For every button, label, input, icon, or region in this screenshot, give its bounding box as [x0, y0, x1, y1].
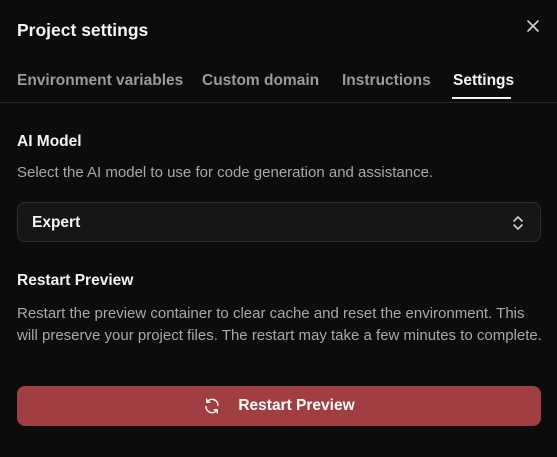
- tab-instructions[interactable]: Instructions: [342, 71, 431, 91]
- tab-bar: Environment variables Custom domain Inst…: [0, 60, 557, 103]
- ai-model-select[interactable]: Expert: [17, 202, 541, 242]
- tab-custom-domain[interactable]: Custom domain: [202, 71, 319, 91]
- restart-preview-button[interactable]: Restart Preview: [17, 386, 541, 426]
- tab-settings[interactable]: Settings: [453, 71, 514, 91]
- project-settings-dialog: Project settings Environment variables C…: [0, 0, 557, 457]
- refresh-icon: [203, 397, 221, 415]
- ai-model-heading: AI Model: [17, 133, 82, 150]
- active-tab-indicator: [452, 97, 511, 99]
- close-button[interactable]: [523, 16, 543, 36]
- dialog-title: Project settings: [17, 20, 149, 40]
- tab-environment-variables[interactable]: Environment variables: [17, 71, 183, 91]
- restart-preview-heading: Restart Preview: [17, 272, 134, 289]
- restart-preview-description: Restart the preview container to clear c…: [17, 305, 542, 344]
- restart-preview-button-label: Restart Preview: [238, 397, 355, 414]
- ai-model-selected-value: Expert: [32, 214, 81, 231]
- ai-model-description: Select the AI model to use for code gene…: [17, 164, 434, 181]
- chevron-up-down-icon: [513, 216, 523, 230]
- close-icon: [527, 20, 539, 32]
